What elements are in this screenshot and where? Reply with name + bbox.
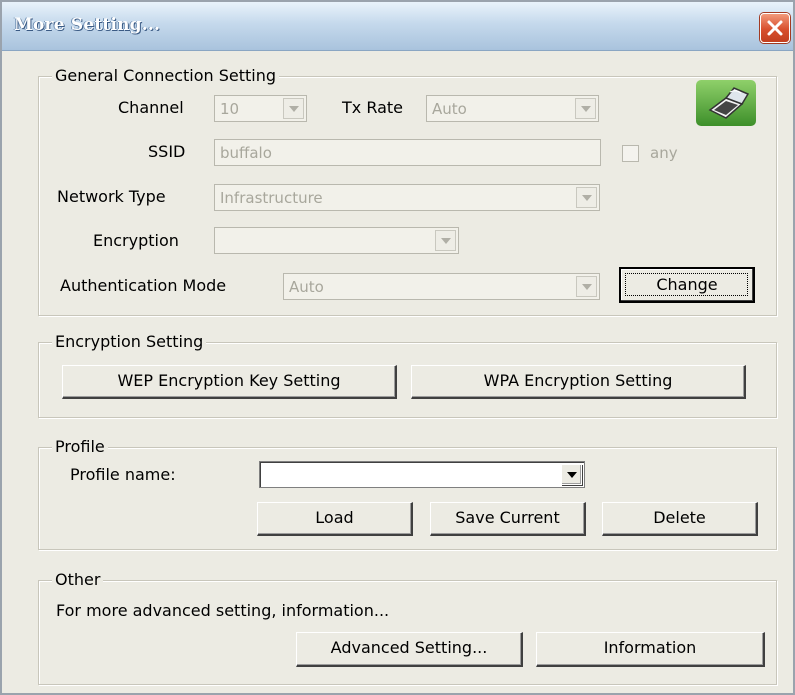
advanced-setting-button[interactable]: Advanced Setting...	[296, 632, 523, 667]
profile-name-dropdown-button[interactable]	[561, 464, 582, 485]
channel-select[interactable]: 10	[214, 95, 307, 122]
authentication-mode-label: Authentication Mode	[60, 276, 227, 295]
ssid-label: SSID	[148, 142, 186, 161]
other-legend: Other	[52, 570, 104, 589]
more-setting-window: More Setting... General Connection Setti…	[0, 0, 795, 695]
tx-rate-dropdown-button[interactable]	[575, 98, 596, 119]
network-type-select[interactable]: Infrastructure	[214, 184, 600, 211]
save-current-button[interactable]: Save Current	[430, 502, 586, 536]
dropdown-arrow-icon	[567, 472, 577, 478]
wep-button-label: WEP Encryption Key Setting	[117, 371, 341, 390]
channel-dropdown-button[interactable]	[283, 98, 304, 119]
any-checkbox[interactable]	[622, 145, 639, 162]
encryption-dropdown-button[interactable]	[435, 230, 456, 251]
tx-rate-select[interactable]: Auto	[426, 95, 599, 122]
dropdown-arrow-icon	[581, 106, 591, 112]
save-current-button-label: Save Current	[455, 508, 560, 527]
load-button[interactable]: Load	[257, 502, 413, 536]
delete-button[interactable]: Delete	[602, 502, 758, 536]
wpa-encryption-setting-button[interactable]: WPA Encryption Setting	[411, 365, 746, 399]
change-button[interactable]: Change	[619, 267, 755, 303]
profile-legend: Profile	[52, 437, 108, 456]
dropdown-arrow-icon	[582, 284, 592, 290]
close-icon	[767, 20, 783, 36]
ssid-value: buffalo	[220, 144, 272, 162]
window-title: More Setting...	[14, 15, 161, 35]
authentication-mode-dropdown-button[interactable]	[576, 276, 597, 297]
authentication-mode-value: Auto	[289, 278, 324, 296]
encryption-label: Encryption	[93, 231, 179, 250]
information-button-label: Information	[603, 638, 697, 657]
information-button[interactable]: Information	[536, 632, 765, 667]
dropdown-arrow-icon	[582, 195, 592, 201]
dropdown-arrow-icon	[289, 106, 299, 112]
any-label: any	[650, 144, 678, 162]
network-type-dropdown-button[interactable]	[576, 187, 597, 208]
channel-value: 10	[220, 100, 240, 118]
close-button[interactable]	[760, 13, 790, 43]
network-type-value: Infrastructure	[220, 189, 323, 207]
wep-encryption-key-setting-button[interactable]: WEP Encryption Key Setting	[62, 365, 397, 399]
laptop-icon	[696, 80, 756, 126]
dropdown-arrow-icon	[441, 238, 451, 244]
network-type-label: Network Type	[57, 187, 166, 206]
profile-name-label: Profile name:	[70, 465, 176, 484]
tx-rate-value: Auto	[432, 100, 467, 118]
load-button-label: Load	[315, 508, 354, 527]
encryption-select[interactable]	[214, 227, 459, 254]
wpa-button-label: WPA Encryption Setting	[483, 371, 673, 390]
focus-rect	[625, 273, 748, 296]
delete-button-label: Delete	[653, 508, 706, 527]
general-connection-legend: General Connection Setting	[52, 66, 280, 85]
ssid-input[interactable]: buffalo	[214, 139, 601, 166]
authentication-mode-select[interactable]: Auto	[283, 273, 600, 300]
channel-label: Channel	[118, 98, 184, 117]
title-bar[interactable]: More Setting...	[2, 2, 793, 51]
advanced-setting-button-label: Advanced Setting...	[330, 638, 488, 657]
encryption-setting-legend: Encryption Setting	[52, 332, 207, 351]
tx-rate-label: Tx Rate	[342, 98, 404, 117]
other-description: For more advanced setting, information..…	[56, 601, 390, 620]
profile-name-select[interactable]	[259, 461, 585, 488]
